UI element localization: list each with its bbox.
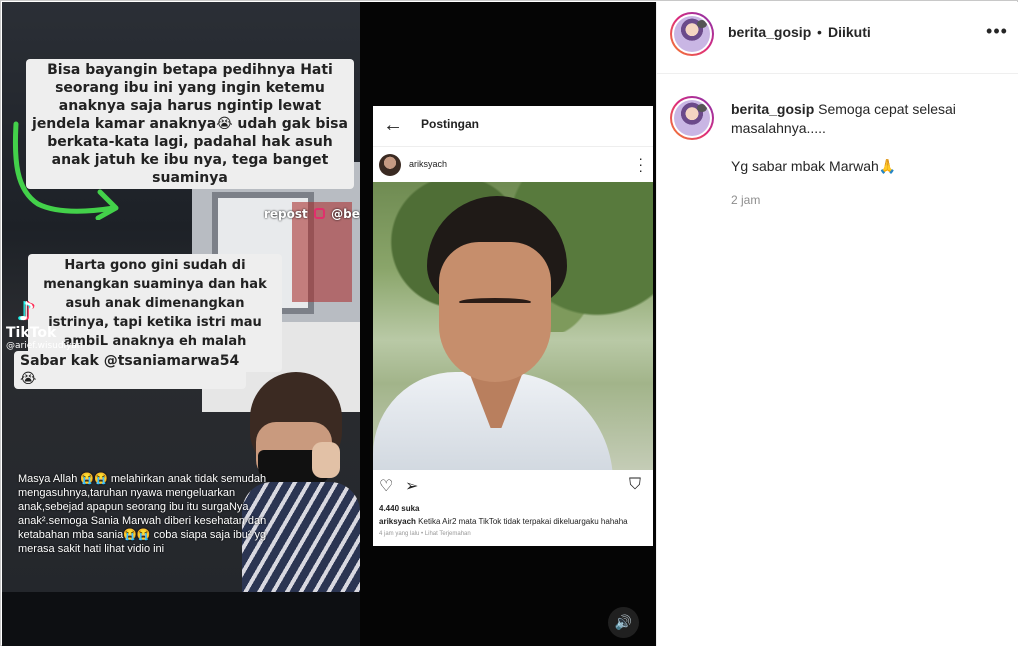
post-header: berita_gosip • Diikuti ••• [657,2,1018,74]
embedded-post-title: Postingan [421,117,480,131]
more-options-icon[interactable]: ••• [985,22,1009,44]
bookmark-icon: ⛉ [629,476,642,493]
embedded-likes: 4.440 suka [379,504,420,513]
repost-label: repost @berita_gosip [264,207,360,221]
embedded-caption: ariksyach Ketika Air2 mata TikTok tidak … [379,517,628,526]
comment-text: berita_gosip Semoga cepat selesai masala… [731,101,956,136]
tiktok-video-frame: Bisa bayangin betapa pedihnya Hati seora… [2,2,360,646]
embedded-meta: 4 jam yang lalu • Lihat Terjemahan [379,531,471,537]
post-username-link[interactable]: berita_gosip [728,24,811,40]
heart-icon: ♡ [379,478,394,495]
instagram-post-embed: Bisa bayangin betapa pedihnya Hati seora… [0,0,1018,646]
comment-username-link[interactable]: berita_gosip [731,101,814,117]
kebab-menu-icon: · · · [638,150,643,178]
tiktok-watermark: ♪ TikTok @arief.wisudiyan [6,297,83,351]
embedded-username: ariksyach [409,159,448,169]
video-caption-tag: Sabar kak @tsaniamarwa54 😭 [14,351,246,389]
avatar[interactable] [670,12,714,56]
comment-timestamp[interactable]: 2 jam [731,193,760,207]
following-button[interactable]: Diikuti [828,24,871,40]
post-sidebar: berita_gosip • Diikuti ••• berita_gosip … [656,2,1018,646]
send-icon: ➢ [405,478,419,495]
avatar [379,154,401,176]
embedded-photo [373,182,653,470]
video-caption-top: Bisa bayangin betapa pedihnya Hati seora… [26,59,354,189]
pray-emoji-icon: 🙏 [878,158,897,174]
embedded-instagram-post: ← Postingan ariksyach · · · ♡ ➢ ⛉ 4.440 … [373,106,653,546]
back-arrow-icon: ← [383,114,403,136]
avatar[interactable] [670,96,714,140]
volume-icon[interactable]: 🔊 [608,607,639,638]
video-comment-overlay: Masya Allah 😭😭 melahirkan anak tidak sem… [18,473,267,555]
tiktok-icon: ♪ [18,297,35,327]
instagram-icon [313,208,325,219]
post-video[interactable]: Bisa bayangin betapa pedihnya Hati seora… [2,2,656,646]
separator-dot: • [817,24,822,40]
comment-text-line2: Yg sabar mbak Marwah🙏 [731,158,897,174]
